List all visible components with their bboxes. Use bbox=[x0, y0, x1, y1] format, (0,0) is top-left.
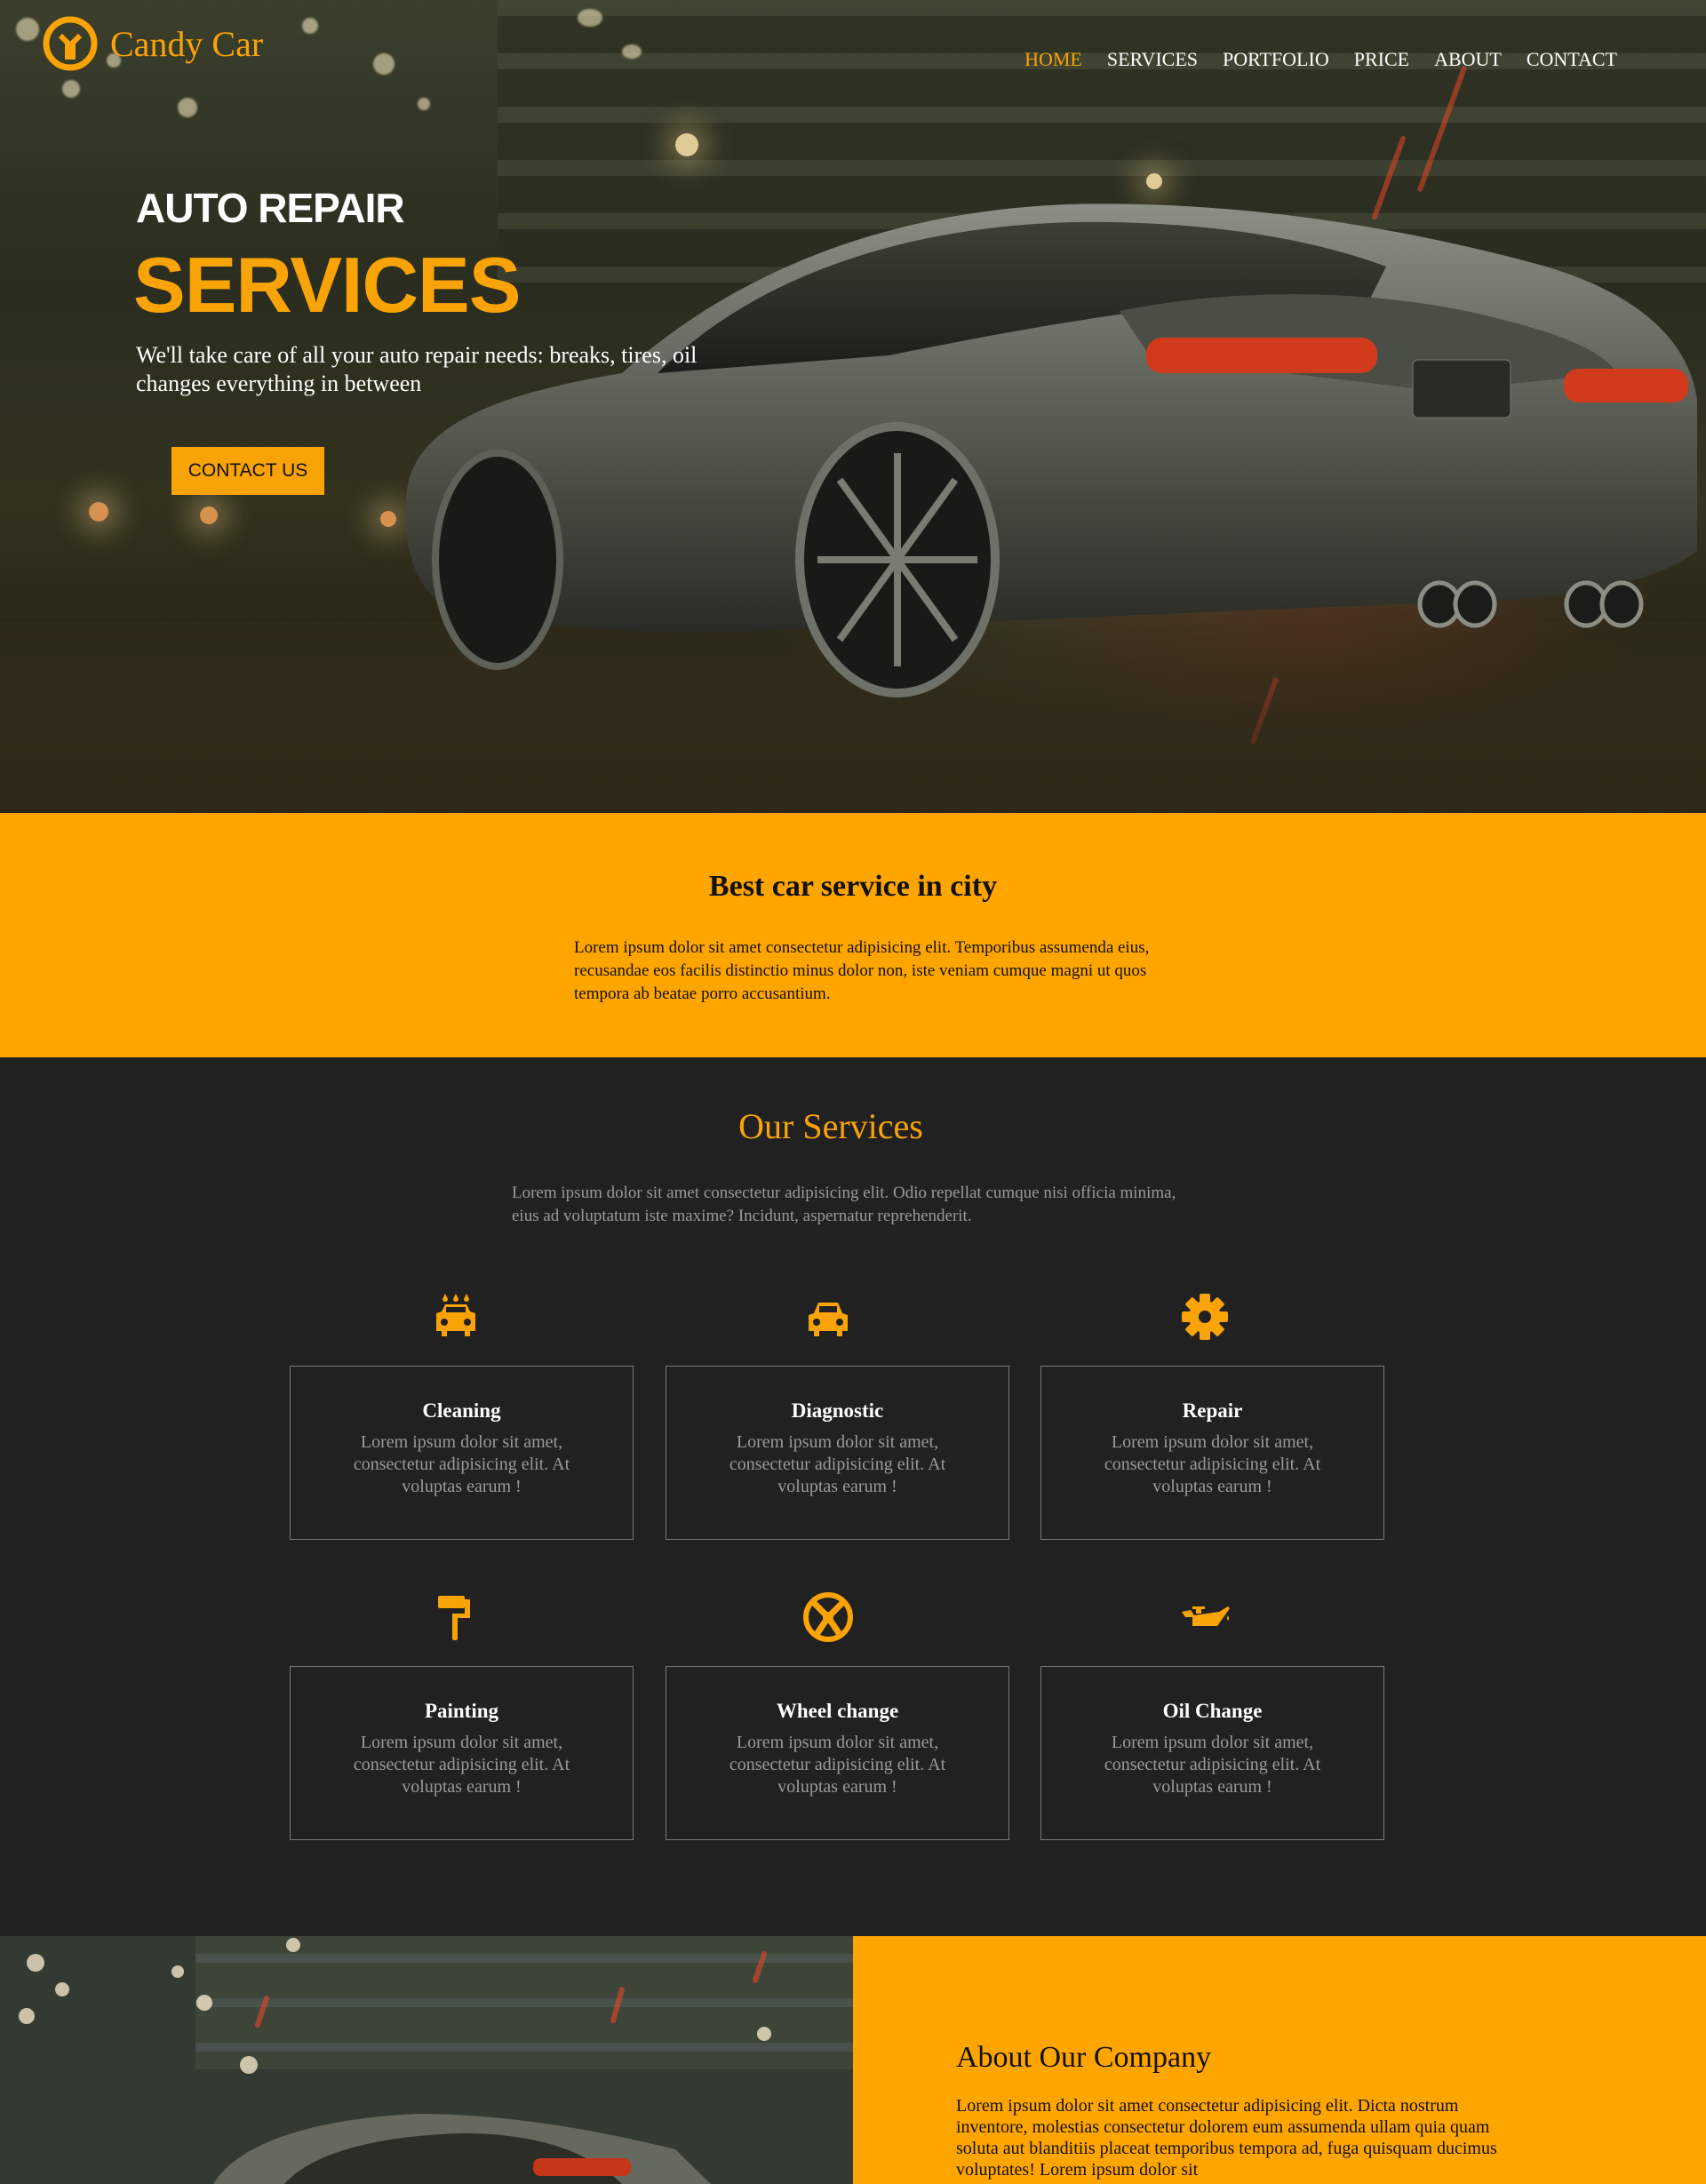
main-nav: HOME SERVICES PORTFOLIO PRICE ABOUT CONT… bbox=[1024, 48, 1617, 71]
service-title: Cleaning bbox=[422, 1399, 501, 1422]
nav-portfolio[interactable]: PORTFOLIO bbox=[1223, 48, 1329, 71]
services-title: Our Services bbox=[738, 1106, 923, 1146]
service-card-oil-change[interactable]: Oil Change Lorem ipsum dolor sit amet, c… bbox=[1040, 1666, 1384, 1840]
about-car-image bbox=[0, 1936, 853, 2184]
service-title: Oil Change bbox=[1162, 1700, 1263, 1722]
brand-name: Candy Car bbox=[110, 23, 264, 64]
hero-title: SERVICES bbox=[133, 241, 521, 329]
street-lamp bbox=[89, 502, 108, 522]
service-card-repair[interactable]: Repair Lorem ipsum dolor sit amet, conse… bbox=[1040, 1366, 1384, 1540]
bokeh-light bbox=[178, 98, 197, 117]
hero-pre-title: AUTO REPAIR bbox=[136, 185, 405, 231]
service-card-wheel-change[interactable]: Wheel change Lorem ipsum dolor sit amet,… bbox=[666, 1666, 1009, 1840]
gear-icon bbox=[1182, 1294, 1228, 1340]
nav-contact[interactable]: CONTACT bbox=[1527, 48, 1617, 71]
best-service-band: Best car service in city Lorem ipsum dol… bbox=[0, 813, 1706, 1057]
service-title: Diagnostic bbox=[791, 1399, 884, 1422]
service-text: Lorem ipsum dolor sit amet, consectetur … bbox=[1104, 1432, 1321, 1496]
service-title: Wheel change bbox=[776, 1700, 899, 1722]
bokeh-light bbox=[373, 53, 395, 75]
sports-car-image bbox=[405, 203, 1697, 697]
service-title: Painting bbox=[424, 1700, 499, 1722]
service-text: Lorem ipsum dolor sit amet, consectetur … bbox=[353, 1733, 570, 1797]
service-text: Lorem ipsum dolor sit amet, consectetur … bbox=[729, 1733, 946, 1797]
oil-can-icon bbox=[1182, 1606, 1230, 1626]
hero-section: Candy Car HOME SERVICES PORTFOLIO PRICE … bbox=[0, 0, 1706, 813]
band-text: Lorem ipsum dolor sit amet consectetur a… bbox=[574, 938, 1150, 1003]
service-card-painting[interactable]: Painting Lorem ipsum dolor sit amet, con… bbox=[290, 1666, 634, 1840]
street-lamp bbox=[200, 506, 218, 524]
car-icon bbox=[809, 1303, 848, 1336]
about-title: About Our Company bbox=[956, 2041, 1212, 2074]
band-title: Best car service in city bbox=[708, 870, 998, 903]
about-photo-art bbox=[0, 1936, 853, 2184]
service-text: Lorem ipsum dolor sit amet, consectetur … bbox=[1104, 1733, 1321, 1797]
service-text: Lorem ipsum dolor sit amet, consectetur … bbox=[353, 1432, 570, 1496]
bokeh-light bbox=[578, 9, 602, 27]
nav-home[interactable]: HOME bbox=[1024, 48, 1082, 71]
nav-about[interactable]: ABOUT bbox=[1434, 48, 1502, 71]
bokeh-light bbox=[62, 80, 80, 98]
brand-logo[interactable]: Candy Car bbox=[41, 14, 263, 73]
wrench-circle-icon bbox=[43, 16, 98, 71]
nav-services[interactable]: SERVICES bbox=[1107, 48, 1198, 71]
service-title: Repair bbox=[1182, 1399, 1243, 1422]
bokeh-light bbox=[302, 18, 318, 34]
street-lamp bbox=[675, 133, 698, 156]
services-section: Our Services Lorem ipsum dolor sit amet … bbox=[0, 1057, 1706, 1936]
about-text: Lorem ipsum dolor sit amet consectetur a… bbox=[956, 2096, 1497, 2180]
steering-wheel-icon bbox=[803, 1592, 853, 1642]
hero-tagline: We'll take care of all your auto repair … bbox=[136, 342, 698, 396]
service-card-diagnostic[interactable]: Diagnostic Lorem ipsum dolor sit amet, c… bbox=[666, 1366, 1009, 1540]
bokeh-light bbox=[16, 18, 39, 41]
service-text: Lorem ipsum dolor sit amet, consectetur … bbox=[729, 1432, 946, 1496]
paint-roller-icon bbox=[438, 1596, 470, 1640]
contact-us-button[interactable]: CONTACT US bbox=[171, 447, 324, 495]
bokeh-light bbox=[418, 98, 430, 110]
bokeh-light bbox=[622, 44, 642, 59]
service-card-cleaning[interactable]: Cleaning Lorem ipsum dolor sit amet, con… bbox=[290, 1366, 634, 1540]
services-intro: Lorem ipsum dolor sit amet consectetur a… bbox=[512, 1184, 1176, 1225]
car-wash-icon bbox=[436, 1294, 475, 1336]
nav-price[interactable]: PRICE bbox=[1354, 48, 1409, 71]
about-section: About Our Company Lorem ipsum dolor sit … bbox=[853, 1936, 1706, 2184]
